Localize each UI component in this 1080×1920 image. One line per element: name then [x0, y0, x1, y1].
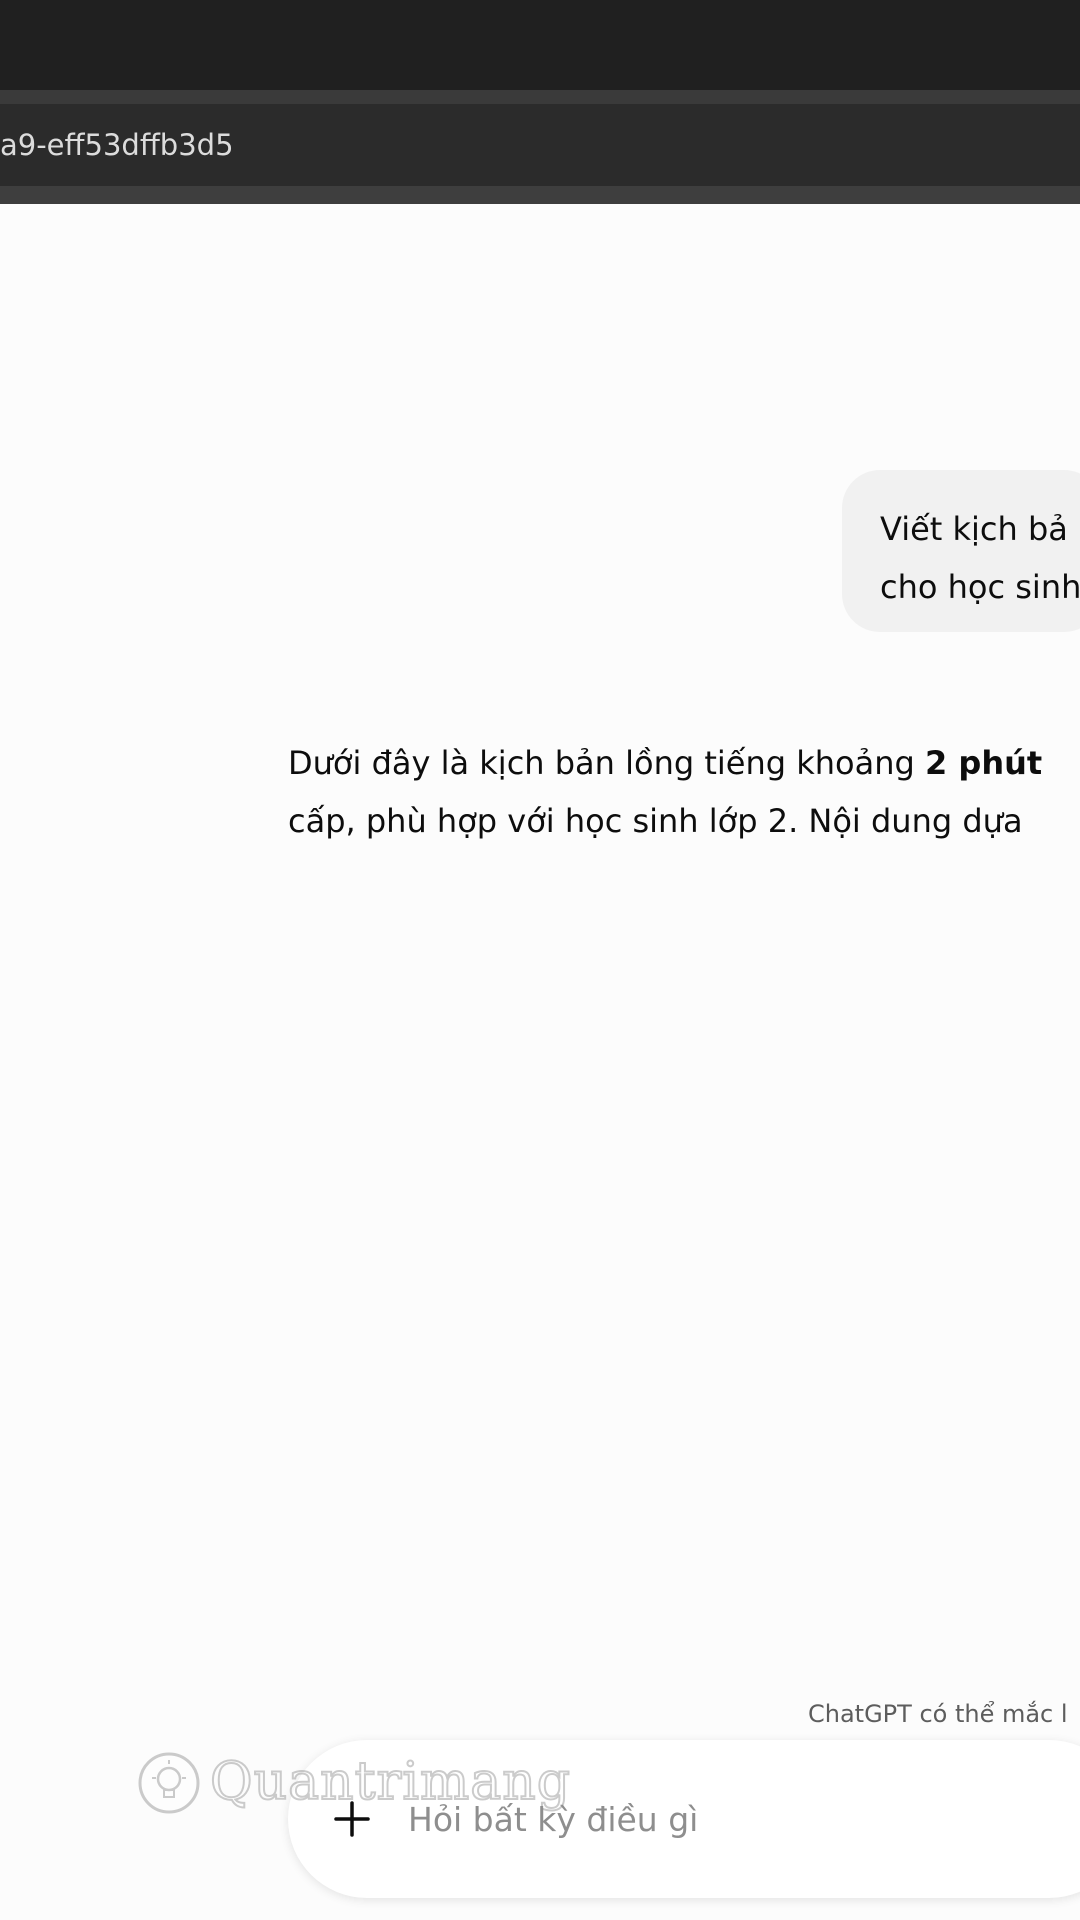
browser-tabstrip	[0, 90, 1080, 104]
assistant-message-line-1: Dưới đây là kịch bản lồng tiếng khoảng 2…	[288, 734, 1080, 792]
disclaimer-text: ChatGPT có thể mắc l	[808, 1700, 1068, 1728]
user-message-line-1: Viết kịch bả	[880, 510, 1068, 548]
lightbulb-icon	[138, 1752, 200, 1814]
user-message-text: Viết kịch bả cho học sinh	[880, 500, 1080, 616]
assistant-message-line-2: cấp, phù hợp với học sinh lớp 2. Nội dun…	[288, 802, 1023, 840]
address-url-text: a9-eff53dffb3d5	[0, 128, 234, 162]
user-message-bubble: Viết kịch bả cho học sinh	[842, 470, 1080, 632]
assistant-text-start: Dưới đây là kịch bản lồng tiếng khoảng	[288, 744, 925, 782]
address-bar[interactable]: a9-eff53dffb3d5	[0, 104, 1080, 186]
message-composer[interactable]	[288, 1740, 1080, 1898]
assistant-message: Dưới đây là kịch bản lồng tiếng khoảng 2…	[288, 734, 1080, 850]
prompt-input[interactable]	[408, 1784, 908, 1854]
assistant-bold-text: 2 phút	[925, 744, 1043, 782]
toolbar-divider	[0, 186, 1080, 204]
browser-titlebar	[0, 0, 1080, 90]
user-message-line-2: cho học sinh	[880, 568, 1080, 606]
plus-icon[interactable]	[328, 1795, 376, 1843]
